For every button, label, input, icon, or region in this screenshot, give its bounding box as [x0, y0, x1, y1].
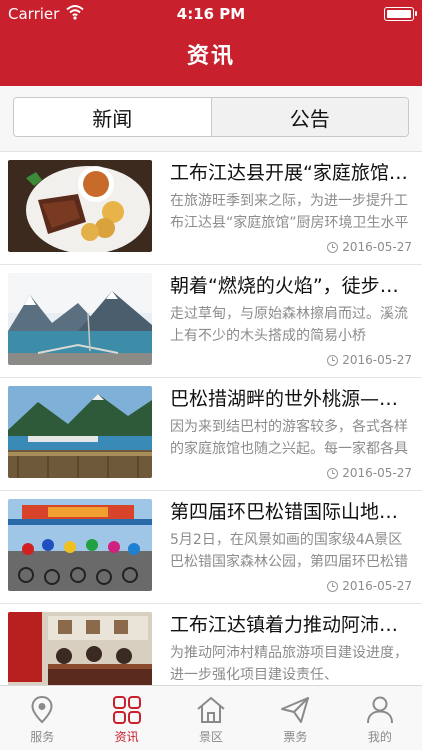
status-time: 4:16 PM: [176, 5, 246, 23]
bottom-tab-bar: 服务 资讯 景区 票务 我的: [0, 685, 422, 750]
news-title: 巴松措湖畔的世外桃源——结巴村: [170, 388, 410, 410]
news-item[interactable]: 工布江达县开展“家庭旅馆”厨房环境整治 在旅游旺季到来之际，为进一步提升工布江达…: [0, 152, 422, 265]
clock-icon: [327, 354, 339, 366]
segment-bar: 新闻 公告: [0, 86, 422, 152]
news-summary: 为推动阿沛村精品旅游项目建设进度，进一步强化项目建设责任、: [170, 645, 408, 683]
tab-label: 服务: [30, 730, 55, 744]
clock-icon: [327, 467, 339, 479]
grid-icon: [112, 696, 141, 724]
news-title: 工布江达镇着力推动阿沛村精品旅游项目: [170, 614, 410, 636]
news-date: 2016-05-27: [327, 353, 412, 367]
news-item[interactable]: 工布江达镇着力推动阿沛村精品旅游项目 为推动阿沛村精品旅游项目建设进度，进一步强…: [0, 604, 422, 685]
news-title: 工布江达县开展“家庭旅馆”厨房环境整治: [170, 162, 410, 184]
news-item[interactable]: 第四届环巴松错国际山地自行车赛 5月2日，在风景如画的国家级4A景区巴松错国家森…: [0, 491, 422, 604]
house-icon: [197, 696, 225, 723]
tab-news[interactable]: 资讯: [84, 686, 168, 750]
news-title: 第四届环巴松错国际山地自行车赛: [170, 501, 410, 523]
tab-label: 我的: [367, 730, 392, 744]
news-notice-segmented-control: 新闻 公告: [13, 97, 409, 137]
news-thumbnail-lake: [8, 273, 152, 365]
tab-label: 票务: [283, 730, 308, 744]
clock-icon: [327, 580, 339, 592]
tab-tickets[interactable]: 票务: [253, 686, 337, 750]
news-date: 2016-05-27: [327, 240, 412, 254]
tab-label: 资讯: [114, 730, 139, 744]
news-item[interactable]: 朝着“燃烧的火焰”，徒步进入巴松措 走过草甸，与原始森林擦肩而过。溪流上有不少的…: [0, 265, 422, 378]
news-date-text: 2016-05-27: [342, 466, 412, 480]
person-icon: [366, 696, 393, 724]
tab-service[interactable]: 服务: [0, 686, 84, 750]
clock-icon: [327, 241, 339, 253]
news-summary: 5月2日，在风景如画的国家级4A景区巴松错国家森林公园，第四届环巴松错国际山地自…: [170, 532, 408, 570]
news-date-text: 2016-05-27: [342, 240, 412, 254]
tab-scenic-area[interactable]: 景区: [169, 686, 253, 750]
news-item[interactable]: 巴松措湖畔的世外桃源——结巴村 因为来到结巴村的游客较多，各式各样的家庭旅馆也随…: [0, 378, 422, 491]
news-summary: 走过草甸，与原始森林擦肩而过。溪流上有不少的木头搭成的简易小桥: [170, 306, 408, 344]
status-bar: Carrier 4:16 PM: [0, 0, 422, 28]
location-pin-icon: [31, 695, 53, 724]
news-thumbnail-village: [8, 386, 152, 478]
news-date-text: 2016-05-27: [342, 353, 412, 367]
news-date: 2016-05-27: [327, 579, 412, 593]
news-list[interactable]: 工布江达县开展“家庭旅馆”厨房环境整治 在旅游旺季到来之际，为进一步提升工布江达…: [0, 152, 422, 685]
tab-label: 景区: [199, 730, 224, 744]
battery-icon: [384, 7, 417, 21]
app-header: Carrier 4:16 PM 资讯: [0, 0, 422, 86]
paper-plane-icon: [281, 697, 310, 723]
page-title: 资讯: [186, 44, 235, 69]
segment-news[interactable]: 新闻: [14, 98, 211, 136]
news-summary: 在旅游旺季到来之际，为进一步提升工布江达县“家庭旅馆”厨房环境卫生水平: [170, 193, 409, 231]
news-thumbnail-meeting: [8, 612, 152, 685]
segment-notice[interactable]: 公告: [210, 98, 408, 136]
news-date: 2016-05-27: [327, 466, 412, 480]
news-thumbnail-food: [8, 160, 152, 252]
news-date-text: 2016-05-27: [342, 579, 412, 593]
news-thumbnail-bike-race: [8, 499, 152, 591]
news-title: 朝着“燃烧的火焰”，徒步进入巴松措: [170, 275, 410, 297]
news-summary: 因为来到结巴村的游客较多，各式各样的家庭旅馆也随之兴起。每一家都各具特色: [170, 419, 408, 457]
tab-profile[interactable]: 我的: [338, 686, 422, 750]
